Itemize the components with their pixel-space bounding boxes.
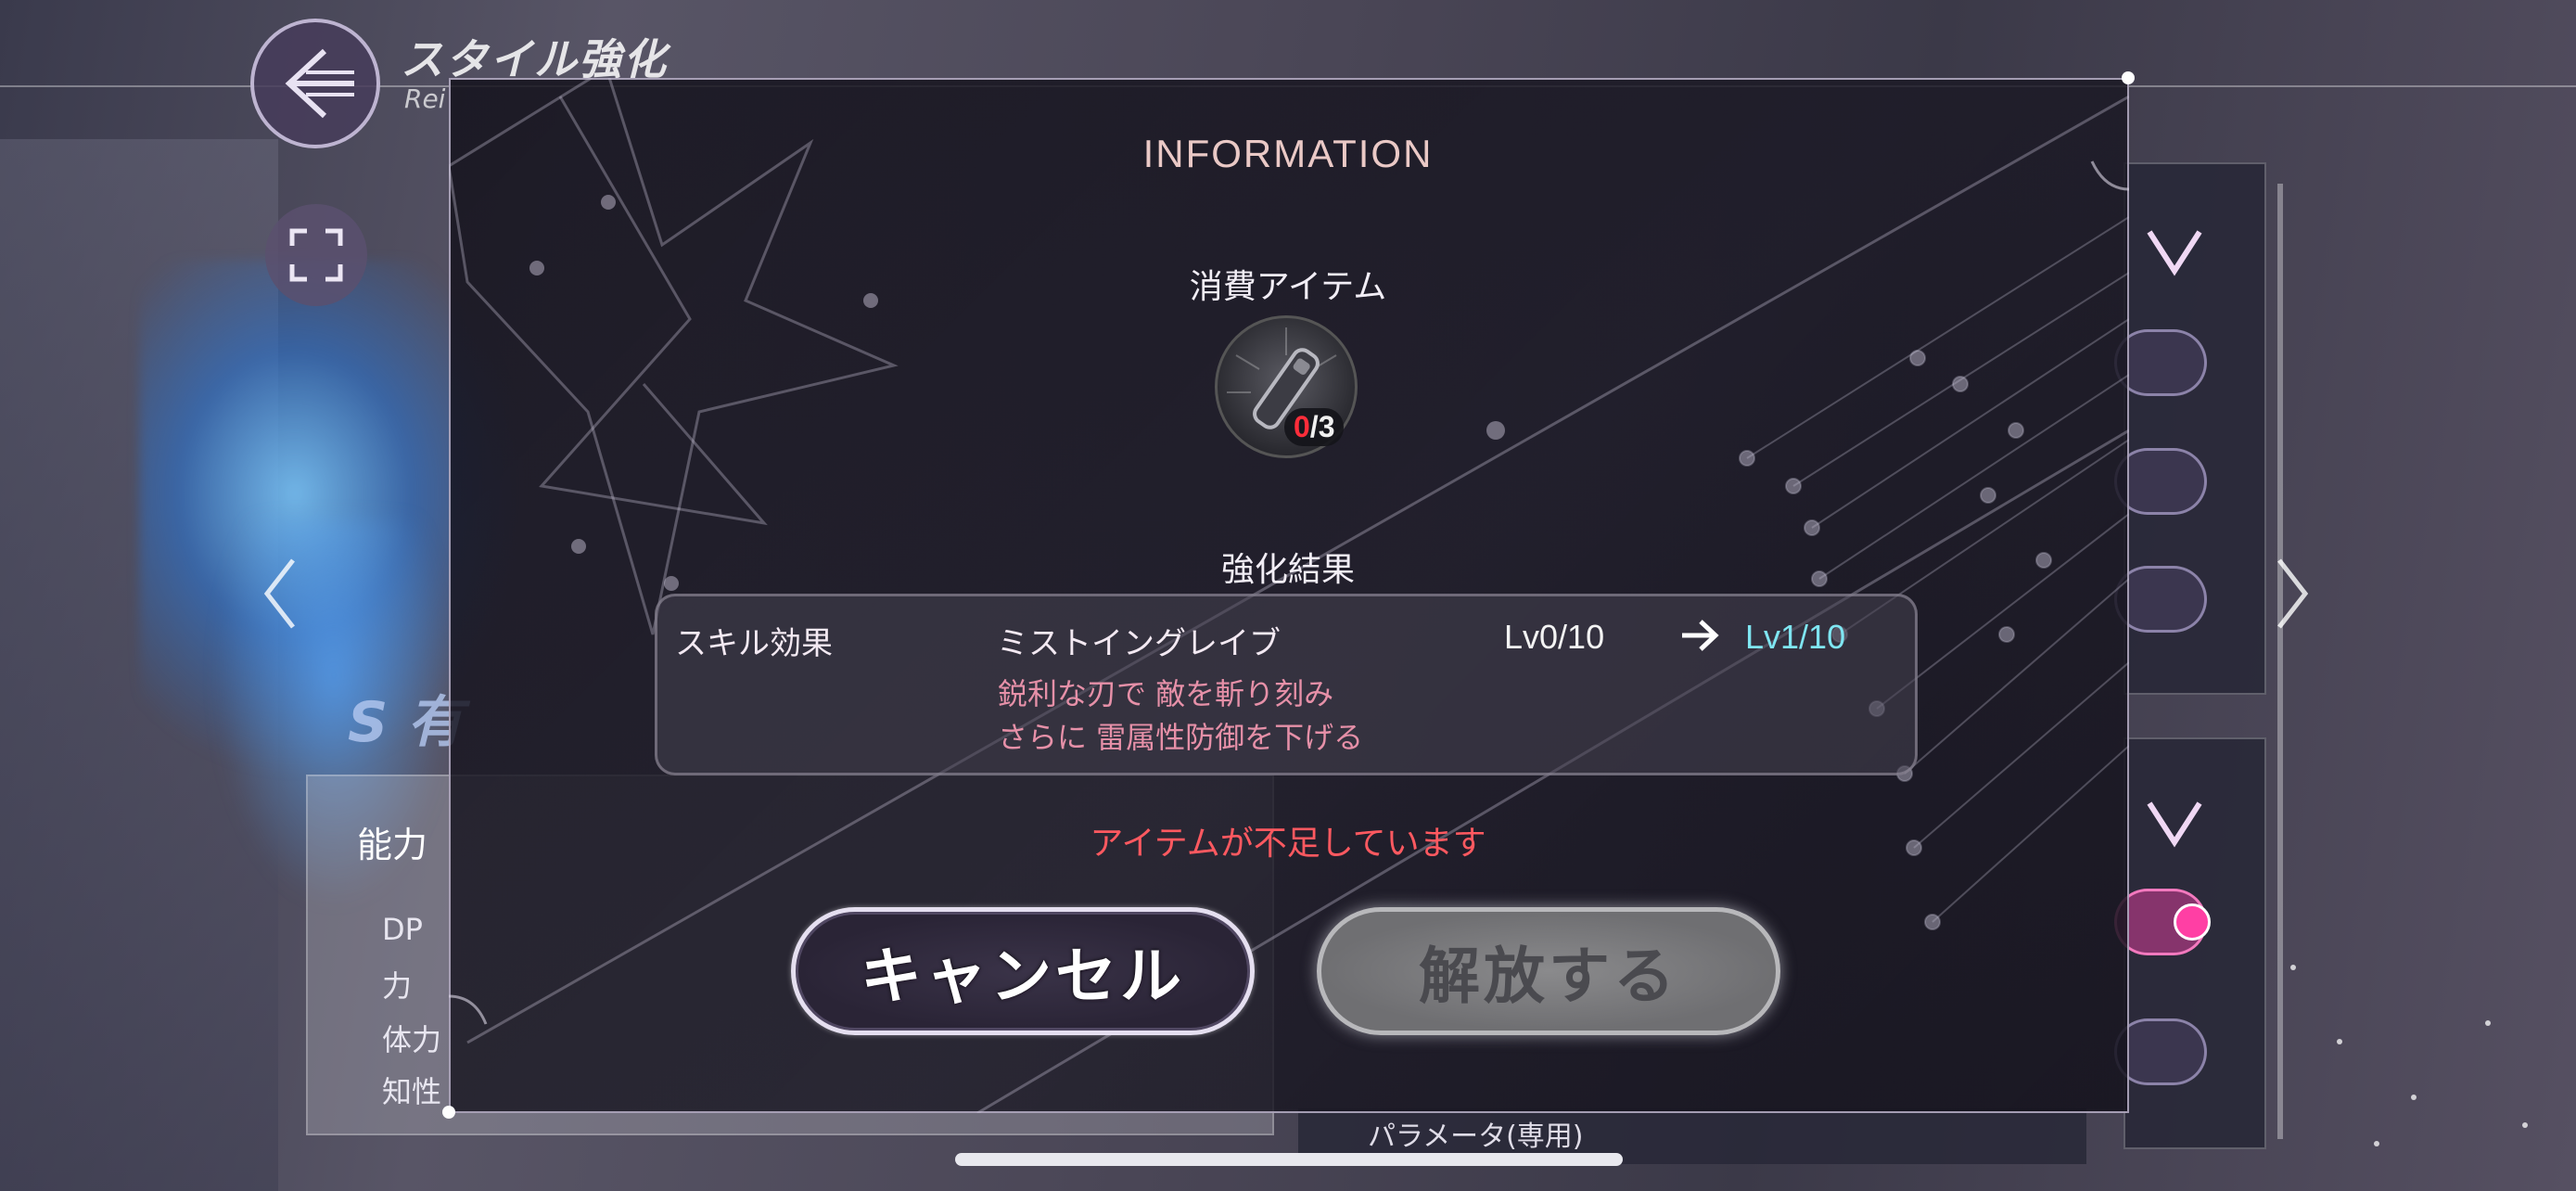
screen-subtitle: Rei <box>404 83 446 114</box>
style-name: S 有 <box>348 690 464 755</box>
scrollbar[interactable] <box>2277 184 2283 1139</box>
back-arrow-icon <box>285 48 354 119</box>
cancel-button-label: キャンセル <box>861 941 1185 1012</box>
arrow-right-icon <box>1682 620 1719 651</box>
result-label: 強化結果 <box>1220 551 1355 589</box>
sparkle <box>2374 1141 2379 1146</box>
release-button[interactable]: 解放する <box>1317 907 1780 1035</box>
skill-description-line: さらに 雷属性防御を下げる <box>998 720 1364 755</box>
insufficient-items-warning: アイテムが不足しています <box>1090 825 1486 863</box>
back-button[interactable] <box>250 19 380 148</box>
level-from: Lv0/10 <box>1504 618 1605 656</box>
stat-label-power: 力 <box>382 968 413 1004</box>
dialog-title: INFORMATION <box>1142 132 1434 175</box>
stat-label-intellect: 知性 <box>382 1074 442 1109</box>
release-button-label: 解放する <box>1419 941 1678 1012</box>
sparkle <box>2485 1020 2491 1026</box>
selection-indicator <box>2174 903 2211 941</box>
home-indicator[interactable] <box>955 1153 1623 1166</box>
item-count-owned: 0 <box>1294 410 1310 443</box>
stat-label-dp: DP <box>382 912 423 947</box>
skill-description-line: 鋭利な刃で 敵を斬り刻み <box>998 676 1334 711</box>
dialog-corner-dot <box>2122 71 2135 84</box>
item-count-required: /3 <box>1309 410 1335 443</box>
result-category: スキル効果 <box>675 625 833 662</box>
dialog-corner-dot <box>442 1106 455 1119</box>
stat-label-stamina: 体力 <box>382 1022 442 1057</box>
cancel-button[interactable]: キャンセル <box>791 907 1255 1035</box>
item-count: 0/3 <box>1284 408 1345 446</box>
sparkle <box>2411 1095 2417 1100</box>
sparkle <box>2522 1122 2528 1128</box>
skill-name: ミストイングレイブ <box>997 625 1281 662</box>
sparkle <box>2337 1039 2342 1044</box>
sparkle <box>2290 965 2296 970</box>
level-to: Lv1/10 <box>1745 618 1846 656</box>
consume-item-label: 消費アイテム <box>1189 268 1387 306</box>
parameter-label: パラメータ(専用) <box>1368 1121 1584 1153</box>
